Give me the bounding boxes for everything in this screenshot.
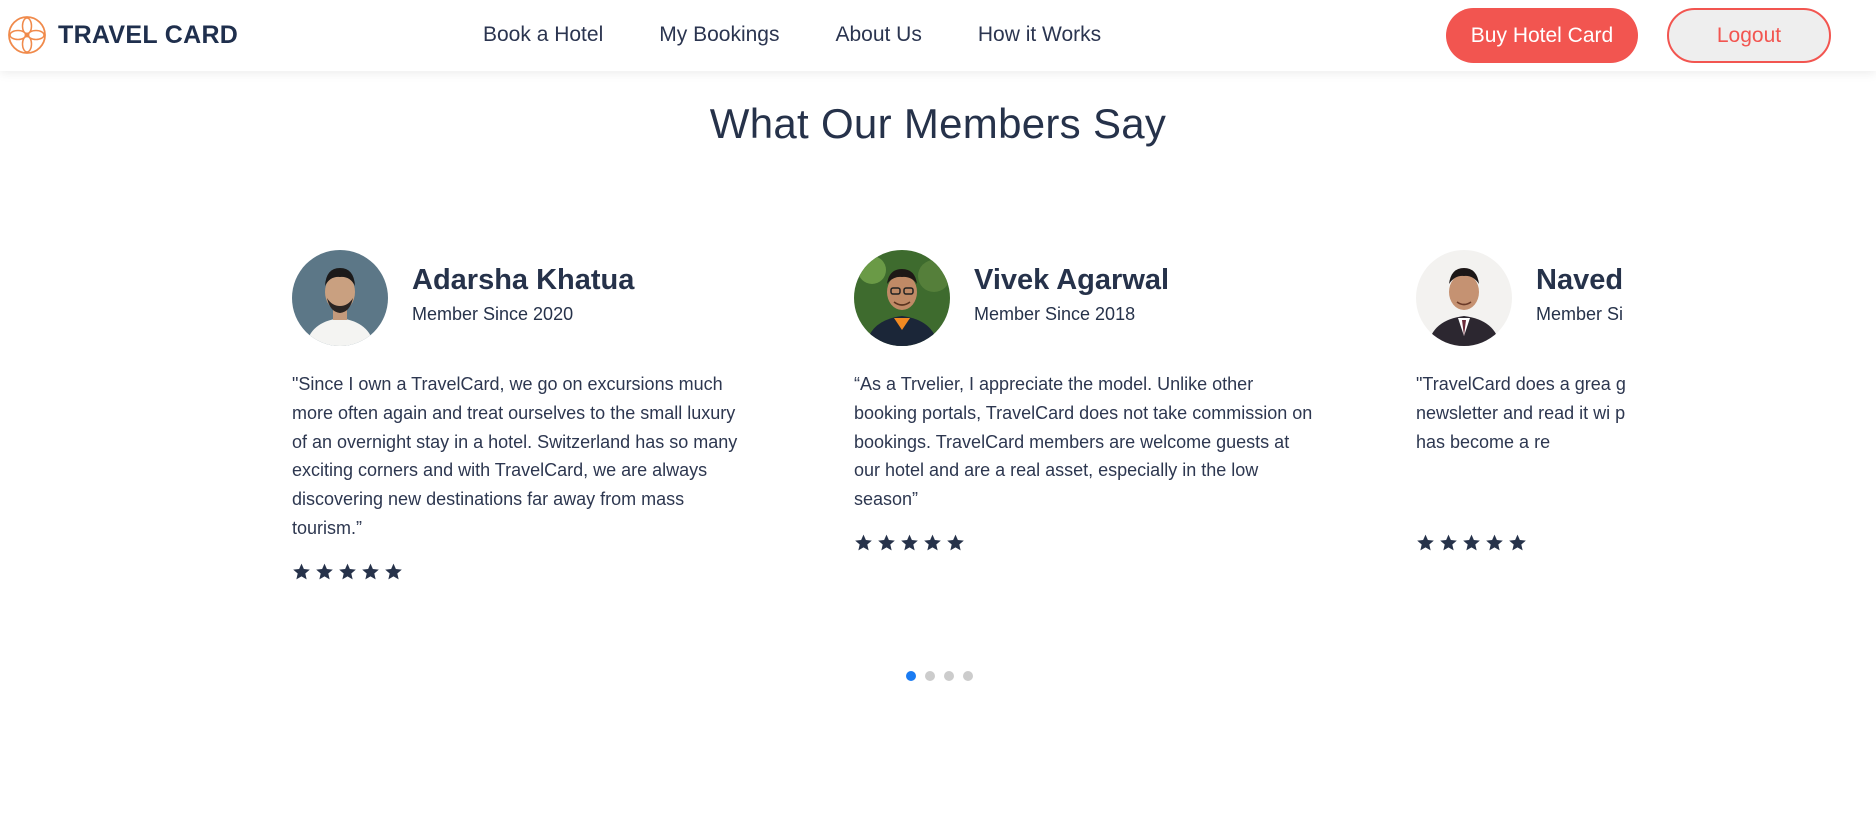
carousel-dot-3[interactable] xyxy=(944,671,954,681)
star-icon xyxy=(947,534,964,551)
star-rating xyxy=(292,562,403,581)
nav-about-us[interactable]: About Us xyxy=(835,20,921,50)
avatar xyxy=(292,250,388,346)
avatar-photo xyxy=(292,250,388,346)
testimonial-quote: “As a Trvelier, I appreciate the model. … xyxy=(854,374,1313,510)
star-icon xyxy=(293,563,310,580)
avatar xyxy=(854,250,950,346)
carousel-dot-4[interactable] xyxy=(963,671,973,681)
main-nav: Book a Hotel My Bookings About Us How it… xyxy=(483,20,1101,50)
testimonial-quote: "TravelCard does a grea great hotel offe… xyxy=(1416,374,1625,452)
brand-logo[interactable]: TRAVEL CARD xyxy=(7,15,238,55)
flower-logo-icon xyxy=(8,16,46,54)
member-since: Member Since 2018 xyxy=(974,304,1136,324)
star-icon xyxy=(385,563,402,580)
avatar-photo xyxy=(1416,250,1512,346)
member-since: Member Since 2020 xyxy=(412,304,574,324)
carousel-dot-2[interactable] xyxy=(925,671,935,681)
member-name: Adarsha Khatua xyxy=(412,264,635,296)
star-icon xyxy=(924,534,941,551)
star-icon xyxy=(878,534,895,551)
carousel-pagination xyxy=(906,671,973,681)
nav-my-bookings[interactable]: My Bookings xyxy=(659,20,779,50)
carousel-dot-1[interactable] xyxy=(906,671,916,681)
avatar-photo xyxy=(854,250,950,346)
nav-book-hotel[interactable]: Book a Hotel xyxy=(483,20,603,50)
star-rating xyxy=(1416,533,1527,552)
star-icon xyxy=(316,563,333,580)
buy-hotel-card-button[interactable]: Buy Hotel Card xyxy=(1446,8,1638,63)
star-icon xyxy=(362,563,379,580)
star-icon xyxy=(1509,534,1526,551)
nav-how-it-works[interactable]: How it Works xyxy=(978,20,1101,50)
brand-name: TRAVEL CARD xyxy=(58,20,239,49)
section-title: What Our Members Say xyxy=(709,100,1167,147)
testimonials-carousel: Adarsha Khatua Member Since 2020 "Since … xyxy=(292,250,1625,590)
star-icon xyxy=(1440,534,1457,551)
star-icon xyxy=(1463,534,1480,551)
star-icon xyxy=(1486,534,1503,551)
star-rating xyxy=(854,533,965,552)
star-icon xyxy=(901,534,918,551)
member-name: Naved xyxy=(1536,264,1624,296)
member-since: Member Si xyxy=(1536,304,1624,324)
logout-button[interactable]: Logout xyxy=(1667,8,1831,63)
testimonial-quote: "Since I own a TravelCard, we go on excu… xyxy=(292,374,738,538)
top-navbar: TRAVEL CARD Book a Hotel My Bookings Abo… xyxy=(0,0,1876,71)
star-icon xyxy=(855,534,872,551)
avatar xyxy=(1416,250,1512,346)
member-name: Vivek Agarwal xyxy=(974,264,1170,296)
star-icon xyxy=(339,563,356,580)
star-icon xyxy=(1417,534,1434,551)
